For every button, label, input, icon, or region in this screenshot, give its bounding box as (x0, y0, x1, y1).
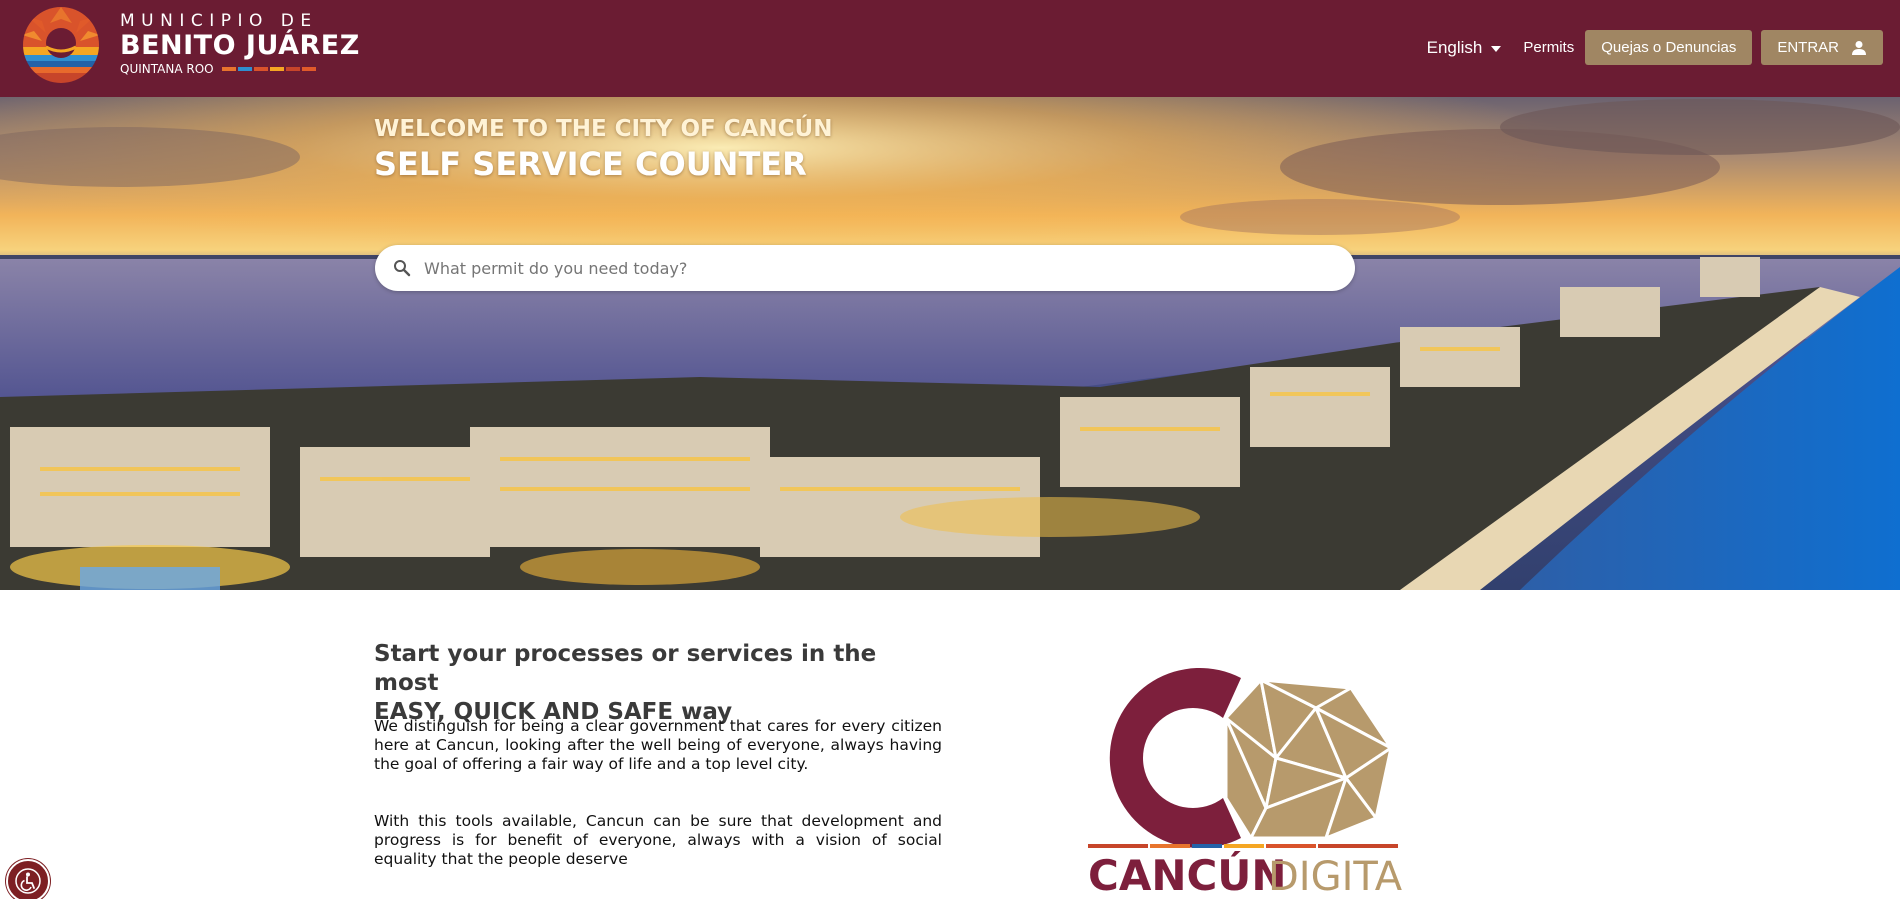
cancun-skyline-image (0, 97, 1900, 590)
self-service-title: SELF SERVICE COUNTER (374, 145, 807, 183)
accessibility-icon (15, 868, 41, 894)
user-icon (1852, 40, 1866, 55)
complaints-button-label: Quejas o Denuncias (1601, 39, 1737, 56)
language-label: English (1426, 37, 1483, 57)
accessibility-button[interactable] (6, 859, 50, 899)
intro-heading-line-1: Start your processes or services in the … (374, 641, 877, 696)
sun-emblem-icon (23, 7, 99, 83)
intro-heading: Start your processes or services in the … (374, 640, 934, 727)
language-selector[interactable]: English (1427, 38, 1502, 58)
logo-word-digital: DIGITAL (1268, 854, 1402, 899)
permit-search-input[interactable] (424, 258, 1324, 278)
logo-line-2: BENITO JUÁREZ (120, 30, 360, 61)
permit-search-bar[interactable] (375, 245, 1355, 291)
logo-stripes (221, 67, 318, 71)
logo-text: MUNICIPIO DE BENITO JUÁREZ QUINTANA ROO (120, 11, 360, 76)
cancun-digital-logo: CANCÚN DIGITAL (1088, 668, 1402, 899)
logo-line-3: QUINTANA ROO (120, 62, 214, 76)
caret-down-icon (1491, 45, 1502, 52)
login-button[interactable]: ENTRAR (1761, 30, 1883, 65)
login-button-label: ENTRAR (1777, 39, 1839, 56)
site-header: MUNICIPIO DE BENITO JUÁREZ QUINTANA ROO … (0, 0, 1900, 97)
permits-link[interactable]: Permits (1523, 39, 1574, 56)
municipality-logo[interactable]: MUNICIPIO DE BENITO JUÁREZ QUINTANA ROO (20, 3, 359, 87)
hero-banner: WELCOME TO THE CITY OF CANCÚN SELF SERVI… (0, 97, 1900, 590)
logo-line-1: MUNICIPIO DE (120, 11, 318, 31)
welcome-heading: WELCOME TO THE CITY OF CANCÚN (374, 116, 833, 142)
intro-paragraph-2: With this tools available, Cancun can be… (374, 812, 942, 868)
logo-line-3-row: QUINTANA ROO (120, 62, 360, 76)
intro-paragraph-1: We distinguish for being a clear governm… (374, 717, 942, 773)
complaints-button[interactable]: Quejas o Denuncias (1585, 30, 1753, 65)
top-navigation: English Permits Quejas o Denuncias ENTRA… (1427, 30, 1883, 65)
logo-word-cancun: CANCÚN (1088, 850, 1287, 899)
search-icon (394, 260, 411, 277)
